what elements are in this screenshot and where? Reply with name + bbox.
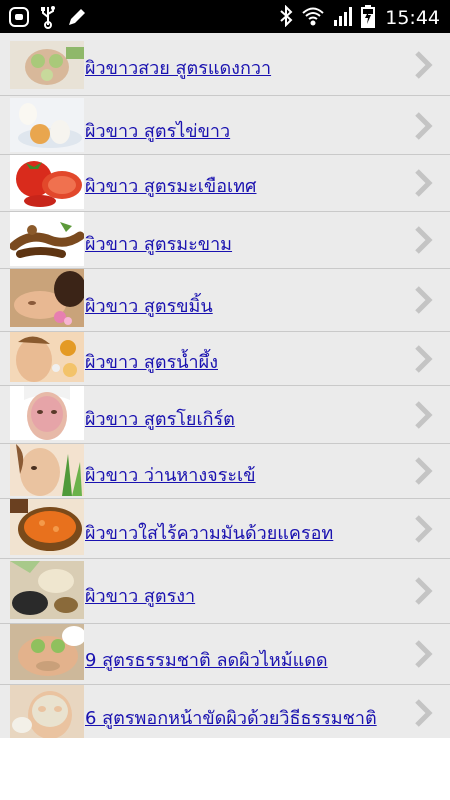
list-item-label[interactable]: 6 สูตรพอกหน้าขัดผิวด้วยวิธีธรรมชาติ [85,703,377,732]
list-item[interactable]: ผิวขาว ว่านหางจระเข้ [0,444,450,499]
list-item[interactable]: ผิวขาว สูตรมะขาม [0,212,450,269]
tamarind-thumbnail [10,212,84,266]
list-item[interactable]: ผิวขาว สูตรไข่ขาว [0,96,450,155]
list-item-label[interactable]: ผิวขาวสวย สูตรแดงกวา [85,53,271,82]
chevron-right-icon [415,577,433,605]
wifi-icon [301,5,325,31]
pencil-icon [66,6,88,32]
list-item[interactable]: 6 สูตรพอกหน้าขัดผิวด้วยวิธีธรรมชาติ [0,685,450,738]
list-item[interactable]: ผิวขาว สูตรโยเกิร์ต [0,386,450,444]
list-item-label[interactable]: ผิวขาว ว่านหางจระเข้ [85,460,256,489]
chevron-right-icon [415,169,433,197]
list-item-label[interactable]: ผิวขาว สูตรน้ำผึ้ง [85,347,218,376]
list-item-label[interactable]: ผิวขาว สูตรงา [85,581,195,610]
clock: 15:44 [385,7,440,29]
list-item[interactable]: ผิวขาว สูตรงา [0,559,450,624]
chevron-right-icon [415,640,433,668]
chevron-right-icon [415,51,433,79]
chevron-right-icon [415,286,433,314]
app-notification-icon [8,6,30,32]
tomato-thumbnail [10,155,84,209]
bottom-blank-area [0,738,450,800]
list-item[interactable]: ผิวขาวสวย สูตรแดงกวา [0,33,450,96]
list-item-label[interactable]: ผิวขาว สูตรไข่ขาว [85,116,230,145]
list-item[interactable]: ผิวขาว สูตรขมิ้น [0,269,450,332]
list-item-label[interactable]: ผิวขาว สูตรมะขาม [85,229,232,258]
recipe-list: ผิวขาวสวย สูตรแดงกวา ผิวขาว สูตรไข่ขาว ผ… [0,33,450,738]
cucumber-mask-thumbnail [10,41,84,89]
chevron-right-icon [415,345,433,373]
chevron-right-icon [415,401,433,429]
spa-face-thumbnail [10,269,84,327]
chevron-right-icon [415,515,433,543]
list-item-label[interactable]: ผิวขาว สูตรมะเขือเทศ [85,171,256,200]
list-item[interactable]: ผิวขาวใสไร้ความมันด้วยแครอท [0,499,450,559]
list-item-label[interactable]: ผิวขาว สูตรขมิ้น [85,291,213,320]
egg-thumbnail [10,98,84,152]
carrot-thumbnail [10,499,84,555]
list-item[interactable]: ผิวขาว สูตรมะเขือเทศ [0,155,450,212]
chevron-right-icon [415,112,433,140]
list-item[interactable]: 9 สูตรธรรมชาติ ลดผิวไหม้แดด [0,624,450,685]
honey-face-thumbnail [10,332,84,382]
chevron-right-icon [415,457,433,485]
face-mask-thumbnail [10,685,84,738]
list-item-label[interactable]: 9 สูตรธรรมชาติ ลดผิวไหม้แดด [85,645,328,674]
usb-icon [40,5,56,33]
sesame-thumbnail [10,561,84,619]
list-item[interactable]: ผิวขาว สูตรน้ำผึ้ง [0,332,450,386]
bluetooth-icon [279,4,293,31]
chevron-right-icon [415,699,433,727]
chevron-right-icon [415,226,433,254]
cucumber-eyes-thumbnail [10,624,84,680]
status-bar: 15:44 [0,0,450,33]
list-item-label[interactable]: ผิวขาวใสไร้ความมันด้วยแครอท [85,518,333,547]
list-item-label[interactable]: ผิวขาว สูตรโยเกิร์ต [85,404,235,433]
signal-icon [333,5,353,31]
battery-icon [361,4,376,32]
aloe-face-thumbnail [10,444,84,496]
yogurt-mask-thumbnail [10,386,84,440]
